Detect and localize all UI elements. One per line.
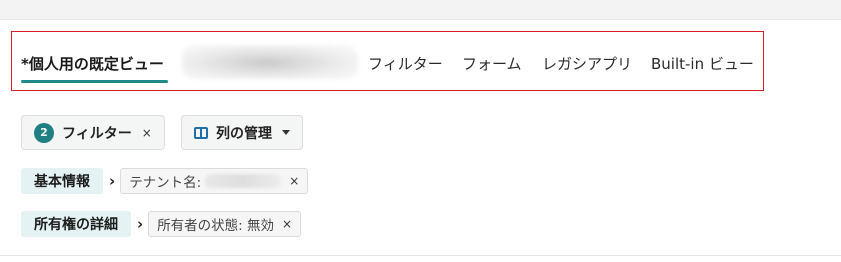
- chevron-right-icon: ›: [109, 172, 116, 190]
- filter-chip-tenant-name[interactable]: テナント名: ×: [120, 168, 309, 194]
- filter-category-label: 所有権の詳細: [21, 211, 131, 237]
- filter-group-ownership: 所有権の詳細 › 所有者の状態: 無効 ×: [21, 211, 302, 237]
- filter-category-label: 基本情報: [21, 168, 103, 194]
- filter-button[interactable]: 2 フィルター ×: [21, 115, 165, 150]
- tab-legacy-app[interactable]: レガシアプリ: [542, 54, 632, 74]
- tab-redacted[interactable]: [182, 45, 358, 79]
- manage-columns-label: 列の管理: [216, 125, 272, 142]
- active-tab-indicator: [21, 80, 168, 83]
- chevron-down-icon: [282, 130, 290, 135]
- close-icon[interactable]: ×: [289, 174, 299, 188]
- view-tabs-highlight: *個人用の既定ビュー フィルター フォーム レガシアプリ Built-in ビュ…: [11, 31, 764, 91]
- filter-chip-owner-state[interactable]: 所有者の状態: 無効 ×: [148, 211, 302, 237]
- filter-chip-label: 所有者の状態: 無効: [157, 218, 275, 234]
- tab-personal-default-view[interactable]: *個人用の既定ビュー: [21, 54, 164, 74]
- columns-icon: [194, 126, 208, 139]
- chevron-right-icon: ›: [137, 215, 144, 233]
- tab-filter[interactable]: フィルター: [368, 54, 443, 74]
- filter-chip-label: テナント名:: [129, 175, 202, 191]
- filter-button-label: フィルター: [62, 125, 132, 142]
- tab-builtin-view[interactable]: Built-in ビュー: [651, 54, 754, 74]
- tab-form[interactable]: フォーム: [462, 54, 522, 74]
- top-bar: [0, 0, 841, 20]
- divider: [0, 255, 841, 256]
- manage-columns-button[interactable]: 列の管理: [181, 115, 303, 150]
- close-icon[interactable]: ×: [282, 217, 292, 231]
- clear-filters-icon[interactable]: ×: [142, 126, 152, 140]
- filter-count-badge: 2: [34, 122, 54, 143]
- filter-group-basic-info: 基本情報 › テナント名: ×: [21, 168, 309, 194]
- redacted-value: [205, 174, 282, 188]
